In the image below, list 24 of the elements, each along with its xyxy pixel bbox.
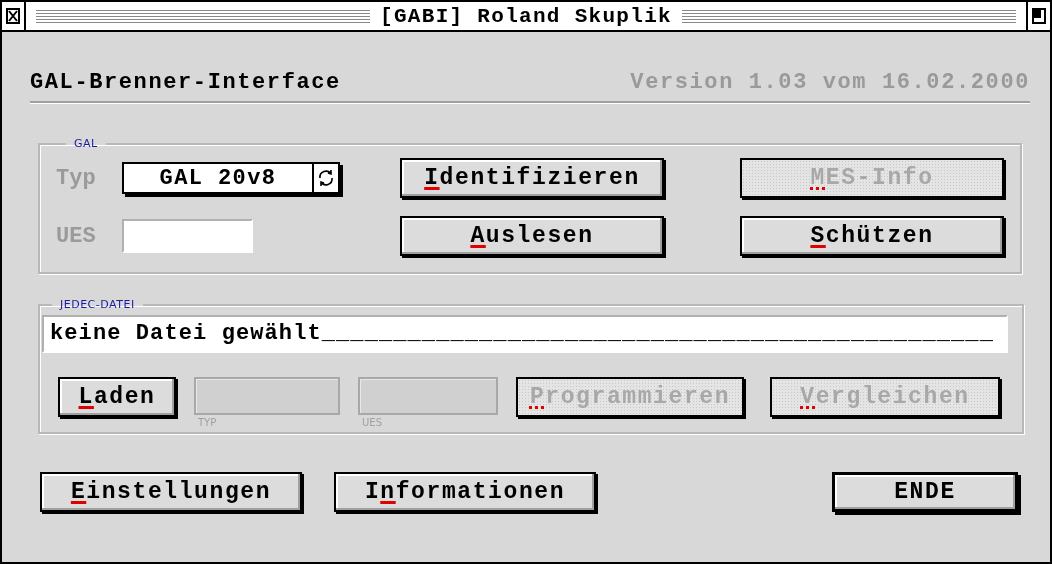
type-popup[interactable]: GAL 20v8 bbox=[122, 162, 340, 194]
dialog-button[interactable]: Identifizieren bbox=[400, 158, 664, 198]
input-field[interactable] bbox=[122, 219, 253, 253]
input-field[interactable] bbox=[194, 377, 340, 415]
input-field[interactable] bbox=[358, 377, 498, 415]
field-caption: TYP bbox=[198, 417, 218, 428]
dialog-button[interactable]: Auslesen bbox=[400, 216, 664, 256]
window-title: [GABI] Roland Skuplik bbox=[380, 4, 672, 28]
dialog-button[interactable]: ENDE bbox=[832, 472, 1018, 512]
heading: GAL-Brenner-Interface bbox=[30, 70, 341, 95]
dialog-button[interactable]: Informationen bbox=[334, 472, 596, 512]
dialog-button[interactable]: Schützen bbox=[740, 216, 1004, 256]
field-label: Typ bbox=[56, 165, 97, 191]
group-caption: JEDEC-DATEI bbox=[58, 298, 136, 311]
file-field[interactable]: keine Datei gewählt_______________________________________________ bbox=[42, 315, 1008, 353]
dialog-button[interactable]: Laden bbox=[58, 377, 176, 417]
group-caption: GAL bbox=[73, 137, 99, 150]
field-label: UES bbox=[56, 223, 97, 249]
dialog-button[interactable]: Einstellungen bbox=[40, 472, 302, 512]
close-icon[interactable] bbox=[6, 8, 20, 24]
field-caption: UES bbox=[362, 417, 383, 428]
full-icon[interactable] bbox=[1032, 8, 1046, 24]
cycle-icon[interactable] bbox=[317, 168, 335, 188]
version-text: Version 1.03 vom 16.02.2000 bbox=[630, 70, 1030, 95]
